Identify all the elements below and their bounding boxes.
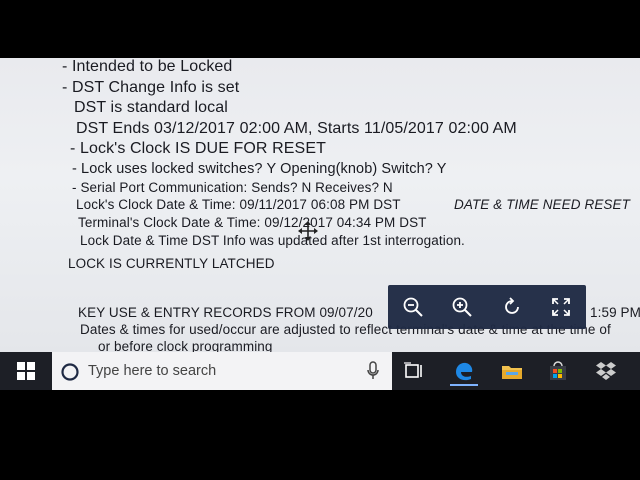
zoom-out-icon: [403, 297, 423, 317]
rotate-button[interactable]: [496, 291, 528, 323]
taskbar-search-box[interactable]: Type here to search: [52, 352, 392, 390]
cortana-circle-icon: [61, 363, 79, 381]
report-line-dst-ends: DST Ends 03/12/2017 02:00 AM, Starts 11/…: [76, 120, 517, 137]
zoom-in-button[interactable]: [446, 291, 478, 323]
report-line-terminal-clock: Terminal's Clock Date & Time: 09/12/2017…: [78, 215, 427, 230]
report-line-dst-change: - DST Change Info is set: [62, 79, 240, 96]
edge-browser-button[interactable]: [450, 358, 478, 386]
report-line-dst-standard: DST is standard local: [74, 99, 228, 116]
report-line-clock-due: - Lock's Clock IS DUE FOR RESET: [70, 140, 326, 157]
search-placeholder: Type here to search: [88, 363, 217, 379]
move-cursor-icon: [298, 221, 318, 241]
windows-logo-icon: [17, 362, 35, 380]
report-line-switches: - Lock uses locked switches? Y Opening(k…: [72, 161, 447, 177]
edge-browser-icon: [456, 362, 473, 381]
report-line-dst-updated: Lock Date & Time DST Info was updated af…: [80, 233, 465, 248]
folder-icon: [502, 366, 522, 379]
zoom-in-icon: [452, 297, 472, 317]
report-line-key-use-time: 1:59 PM: [590, 305, 640, 320]
store-button[interactable]: [544, 358, 572, 384]
zoom-out-button[interactable]: [397, 291, 429, 323]
fullscreen-button[interactable]: [545, 291, 577, 323]
document-viewer: - Intended to be Locked - DST Change Inf…: [0, 58, 640, 358]
report-line-intended-locked: - Intended to be Locked: [62, 58, 233, 75]
report-line-key-use-header: KEY USE & ENTRY RECORDS FROM 09/07/20: [78, 305, 373, 320]
dropbox-button[interactable]: [592, 358, 620, 384]
start-button[interactable]: [12, 358, 40, 384]
file-explorer-button[interactable]: [498, 358, 526, 384]
report-line-latched: LOCK IS CURRENTLY LATCHED: [68, 256, 275, 271]
taskbar: Type here to search: [0, 352, 640, 390]
report-line-need-reset: DATE & TIME NEED RESET: [454, 197, 630, 212]
zoom-toolbar: [388, 285, 586, 329]
report-line-serial-port: - Serial Port Communication: Sends? N Re…: [72, 180, 393, 195]
task-view-icon: [404, 362, 422, 378]
store-bag-icon: [550, 361, 566, 380]
dropbox-icon: [596, 362, 616, 380]
rotate-icon: [504, 297, 519, 314]
microphone-icon[interactable]: [366, 361, 380, 381]
fullscreen-icon: [552, 298, 571, 316]
task-view-button[interactable]: [400, 358, 428, 384]
report-line-lock-clock: Lock's Clock Date & Time: 09/11/2017 06:…: [76, 197, 401, 212]
